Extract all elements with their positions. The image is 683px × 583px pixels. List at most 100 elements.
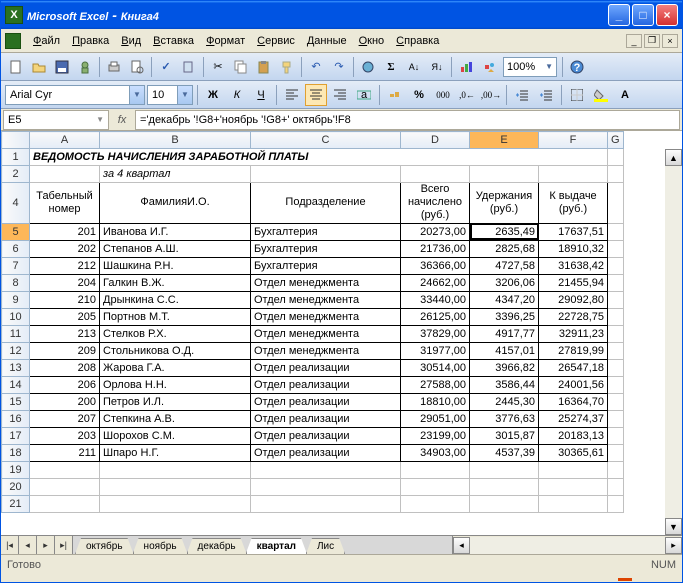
cell[interactable]: Бухгалтерия [251, 257, 401, 274]
cell[interactable]: 202 [30, 240, 100, 257]
cell[interactable]: Шорохов С.М. [100, 427, 251, 444]
cell[interactable]: Шашкина Р.Н. [100, 257, 251, 274]
menu-Файл[interactable]: Файл [27, 33, 66, 49]
select-all-corner[interactable] [2, 132, 30, 149]
decrease-decimal-button[interactable]: ,00→ [480, 84, 502, 106]
currency-button[interactable] [384, 84, 406, 106]
scroll-right-button[interactable]: ▸ [665, 537, 682, 554]
row-header[interactable]: 9 [2, 291, 30, 308]
menu-Вставка[interactable]: Вставка [147, 33, 200, 49]
cell[interactable]: 3015,87 [470, 427, 539, 444]
cell[interactable]: 26547,18 [539, 359, 608, 376]
italic-button[interactable]: К [226, 84, 248, 106]
cell[interactable]: 17637,51 [539, 223, 608, 240]
bold-button[interactable]: Ж [202, 84, 224, 106]
cell[interactable]: 26125,00 [401, 308, 470, 325]
print-button[interactable] [103, 56, 125, 78]
cell[interactable]: Отдел менеджмента [251, 274, 401, 291]
decrease-indent-button[interactable] [511, 84, 533, 106]
cell[interactable]: 34903,00 [401, 444, 470, 461]
chart-button[interactable] [455, 56, 477, 78]
cell[interactable]: 212 [30, 257, 100, 274]
autosum-button[interactable]: Σ [380, 56, 402, 78]
print-preview-button[interactable] [126, 56, 148, 78]
cell[interactable]: Галкин В.Ж. [100, 274, 251, 291]
cell[interactable]: 3396,25 [470, 308, 539, 325]
table-header[interactable]: Подразделение [251, 183, 401, 224]
menu-Данные[interactable]: Данные [301, 33, 353, 49]
row-header[interactable]: 18 [2, 444, 30, 461]
cell[interactable]: Степанов А.Ш. [100, 240, 251, 257]
horizontal-scrollbar[interactable]: ◂ ▸ [452, 536, 682, 554]
row-header[interactable]: 8 [2, 274, 30, 291]
cell[interactable]: Отдел менеджмента [251, 291, 401, 308]
cell[interactable]: Петров И.Л. [100, 393, 251, 410]
col-header-C[interactable]: C [251, 132, 401, 149]
save-button[interactable] [51, 56, 73, 78]
table-header[interactable]: К выдаче (руб.) [539, 183, 608, 224]
row-header[interactable]: 6 [2, 240, 30, 257]
row-header[interactable]: 1 [2, 149, 30, 166]
row-header[interactable]: 5 [2, 223, 30, 240]
cell[interactable]: 21455,94 [539, 274, 608, 291]
row-header[interactable]: 11 [2, 325, 30, 342]
name-box[interactable]: E5▼ [3, 110, 109, 130]
cell[interactable]: 24662,00 [401, 274, 470, 291]
formula-input[interactable]: ='декабрь '!G8+'ноябрь '!G8+' октябрь'!F… [135, 110, 680, 130]
cell[interactable]: ВЕДОМОСТЬ НАЧИСЛЕНИЯ ЗАРАБОТНОЙ ПЛАТЫ [30, 149, 608, 166]
new-button[interactable] [5, 56, 27, 78]
format-painter-button[interactable] [276, 56, 298, 78]
cell[interactable]: 209 [30, 342, 100, 359]
cell[interactable]: 208 [30, 359, 100, 376]
drawing-button[interactable] [478, 56, 500, 78]
cell[interactable]: 200 [30, 393, 100, 410]
maximize-button[interactable]: □ [632, 4, 654, 26]
tab-prev-button[interactable]: ◂ [19, 536, 37, 554]
sheet-tab-октябрь[interactable]: октябрь [75, 538, 134, 554]
cell[interactable]: Отдел реализации [251, 393, 401, 410]
cell[interactable]: 211 [30, 444, 100, 461]
tab-next-button[interactable]: ▸ [37, 536, 55, 554]
col-header-F[interactable]: F [539, 132, 608, 149]
paste-button[interactable] [253, 56, 275, 78]
row-header[interactable]: 13 [2, 359, 30, 376]
cell[interactable]: 3586,44 [470, 376, 539, 393]
research-button[interactable] [178, 56, 200, 78]
mdi-close-button[interactable]: × [662, 34, 678, 48]
fx-button[interactable]: fx [109, 114, 135, 126]
cell[interactable]: Стольникова О.Д. [100, 342, 251, 359]
row-header[interactable]: 17 [2, 427, 30, 444]
align-center-button[interactable] [305, 84, 327, 106]
row-header[interactable]: 14 [2, 376, 30, 393]
cell[interactable]: 25274,37 [539, 410, 608, 427]
open-button[interactable] [28, 56, 50, 78]
cell[interactable]: 3966,82 [470, 359, 539, 376]
mdi-restore-button[interactable]: ❐ [644, 34, 660, 48]
row-header[interactable]: 15 [2, 393, 30, 410]
cell[interactable]: 23199,00 [401, 427, 470, 444]
col-header-B[interactable]: B [100, 132, 251, 149]
cell[interactable]: 3776,63 [470, 410, 539, 427]
cell[interactable]: 201 [30, 223, 100, 240]
close-button[interactable]: × [656, 4, 678, 26]
font-color-button[interactable]: А [614, 84, 636, 106]
cell[interactable]: 30365,61 [539, 444, 608, 461]
cell[interactable]: Отдел реализации [251, 376, 401, 393]
row-header[interactable]: 21 [2, 495, 30, 512]
cell[interactable]: 27588,00 [401, 376, 470, 393]
menu-Сервис[interactable]: Сервис [251, 33, 301, 49]
cell[interactable]: Отдел реализации [251, 444, 401, 461]
cell[interactable]: Степкина А.В. [100, 410, 251, 427]
scroll-down-button[interactable]: ▼ [665, 518, 682, 535]
sheet-tab-Лис[interactable]: Лис [306, 538, 345, 554]
cell[interactable]: Отдел реализации [251, 359, 401, 376]
cell[interactable]: Стелков Р.Х. [100, 325, 251, 342]
cell[interactable]: Бухгалтерия [251, 240, 401, 257]
cell[interactable]: 24001,56 [539, 376, 608, 393]
table-header[interactable]: Всего начислено (руб.) [401, 183, 470, 224]
cut-button[interactable]: ✂ [207, 56, 229, 78]
cell[interactable]: 3206,06 [470, 274, 539, 291]
cell[interactable]: Отдел реализации [251, 410, 401, 427]
menu-Вид[interactable]: Вид [115, 33, 147, 49]
cell[interactable]: 20183,13 [539, 427, 608, 444]
